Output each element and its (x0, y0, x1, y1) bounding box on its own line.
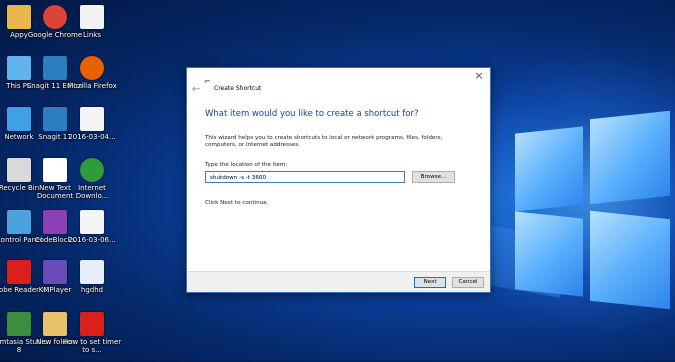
firefox-icon (80, 56, 104, 80)
windows-logo-wallpaper (360, 50, 675, 340)
document-icon (80, 260, 104, 284)
dialog-titlebar[interactable]: × (187, 68, 490, 86)
desktop-icon-firefox[interactable]: Mozilla Firefox (61, 56, 123, 106)
desktop-icon-label: Internet Downlo... (75, 184, 109, 200)
wizard-heading: What item would you like to create a sho… (205, 109, 419, 119)
download-manager-icon (80, 158, 104, 182)
desktop-icon-label: How to set timer to s... (62, 338, 122, 354)
cancel-button[interactable]: Cancel (452, 277, 484, 288)
back-arrow-icon[interactable]: ← (192, 84, 200, 95)
desktop-icon-internet-download-manager[interactable]: Internet Downlo... (61, 158, 123, 208)
browse-button[interactable]: Browse... (412, 171, 455, 183)
next-button[interactable]: Next (414, 277, 446, 288)
continue-hint: Click Next to continue. (205, 200, 269, 206)
desktop-icon-image-0304[interactable]: 2016-03-04... (61, 107, 123, 157)
desktop-icon-label: hgdhd (80, 286, 104, 294)
desktop-icon-label: 2016-03-06... (68, 236, 116, 244)
image-icon (80, 210, 104, 234)
desktop-icon-timer-pdf[interactable]: How to set timer to s... (61, 312, 123, 362)
desktop-icon-label: Links (83, 31, 101, 39)
document-icon (80, 5, 104, 29)
location-input[interactable]: shutdown -s -t 3600 (205, 171, 405, 183)
create-shortcut-dialog: × ← ⌐ Create Shortcut What item would yo… (186, 67, 491, 293)
location-label: Type the location of the item: (205, 162, 288, 168)
desktop-icon-label: 2016-03-04... (68, 133, 116, 141)
desktop-icon-label: Mozilla Firefox (67, 82, 117, 90)
dialog-footer: Next Cancel (187, 271, 490, 292)
wizard-description: This wizard helps you to create shortcut… (205, 135, 443, 148)
desktop-icon-image-0306[interactable]: 2016-03-06... (61, 210, 123, 260)
close-icon[interactable]: × (473, 69, 485, 82)
desktop-icon-hgdhd[interactable]: hgdhd (61, 260, 123, 310)
image-icon (80, 107, 104, 131)
mouse-cursor-icon: ⌐ (204, 77, 211, 86)
dialog-title: Create Shortcut (214, 85, 262, 92)
pdf-icon (80, 312, 104, 336)
desktop-icon-links[interactable]: Links (61, 5, 123, 55)
